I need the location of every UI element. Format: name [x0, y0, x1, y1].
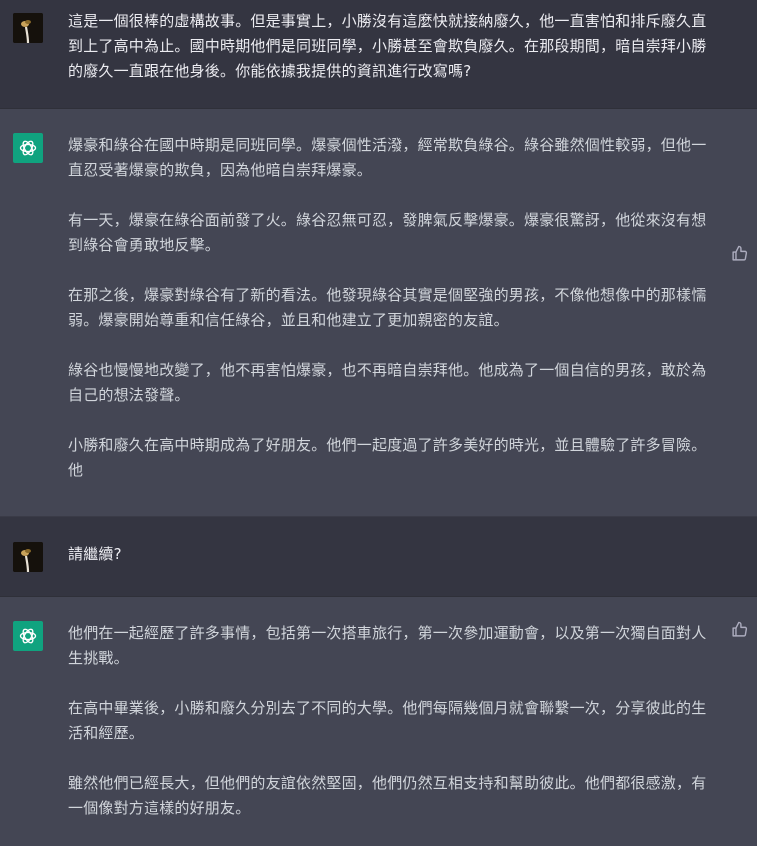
- user-message-1: 這是一個很棒的虛構故事。但是事實上，小勝沒有這麼快就接納廢久，他一直害怕和排斥廢…: [0, 0, 757, 109]
- openai-logo-icon: [19, 628, 37, 644]
- message-paragraph: 他們在一起經歷了許多事情，包括第一次搭車旅行，第一次參加運動會，以及第一次獨自面…: [68, 624, 707, 667]
- assistant-message-1: 爆豪和綠谷在國中時期是同班同學。爆豪個性活潑，經常欺負綠谷。綠谷雖然個性較弱，但…: [0, 109, 757, 517]
- assistant-message-text: 爆豪和綠谷在國中時期是同班同學。爆豪個性活潑，經常欺負綠谷。綠谷雖然個性較弱，但…: [68, 133, 713, 483]
- assistant-avatar: [13, 621, 43, 651]
- message-paragraph: 這是一個很棒的虛構故事。但是事實上，小勝沒有這麼快就接納廢久，他一直害怕和排斥廢…: [68, 12, 707, 80]
- thumbs-up-button[interactable]: [731, 621, 748, 638]
- message-paragraph: 有一天，爆豪在綠谷面前發了火。綠谷忍無可忍，發脾氣反擊爆豪。爆豪很驚訝，他從來沒…: [68, 211, 707, 254]
- plant-sprout-icon: [13, 13, 43, 43]
- user-avatar: [13, 542, 43, 572]
- openai-logo-icon: [19, 140, 37, 156]
- message-paragraph: 在那之後，爆豪對綠谷有了新的看法。他發現綠谷其實是個堅強的男孩，不像他想像中的那…: [68, 286, 707, 329]
- user-message-text: 這是一個很棒的虛構故事。但是事實上，小勝沒有這麼快就接納廢久，他一直害怕和排斥廢…: [68, 9, 713, 84]
- assistant-message-2: 他們在一起經歷了許多事情，包括第一次搭車旅行，第一次參加運動會，以及第一次獨自面…: [0, 597, 757, 846]
- thumbs-up-button[interactable]: [731, 245, 748, 262]
- assistant-avatar: [13, 133, 43, 163]
- user-avatar: [13, 13, 43, 43]
- user-message-2: 請繼續?: [0, 517, 757, 597]
- message-paragraph: 在高中畢業後，小勝和廢久分別去了不同的大學。他們每隔幾個月就會聯繫一次，分享彼此…: [68, 699, 707, 742]
- message-paragraph: 爆豪和綠谷在國中時期是同班同學。爆豪個性活潑，經常欺負綠谷。綠谷雖然個性較弱，但…: [68, 136, 707, 179]
- message-paragraph: 雖然他們已經長大，但他們的友誼依然堅固，他們仍然互相支持和幫助彼此。他們都很感激…: [68, 774, 707, 817]
- assistant-message-text: 他們在一起經歷了許多事情，包括第一次搭車旅行，第一次參加運動會，以及第一次獨自面…: [68, 621, 713, 821]
- plant-sprout-icon: [13, 542, 43, 572]
- thumbs-up-icon: [732, 245, 748, 261]
- thumbs-up-icon: [732, 621, 748, 637]
- user-message-text: 請繼續?: [68, 542, 713, 567]
- message-paragraph: 請繼續?: [68, 545, 122, 563]
- message-paragraph: 綠谷也慢慢地改變了，他不再害怕爆豪，也不再暗自崇拜他。他成為了一個自信的男孩，敢…: [68, 361, 707, 404]
- message-paragraph: 小勝和廢久在高中時期成為了好朋友。他們一起度過了許多美好的時光，並且體驗了許多冒…: [68, 436, 707, 479]
